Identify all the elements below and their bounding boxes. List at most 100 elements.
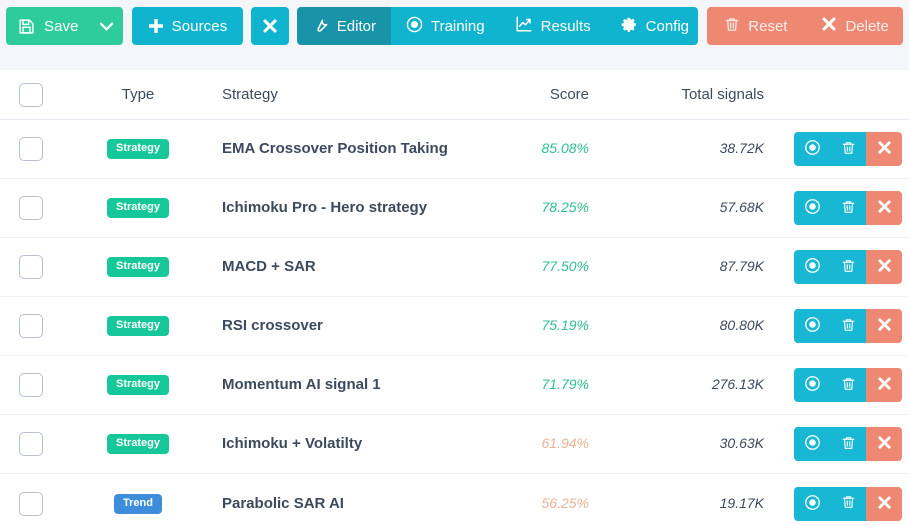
close-x-icon <box>877 317 892 335</box>
row-type-cell: Strategy <box>62 257 214 277</box>
strategy-name[interactable]: Ichimoku + Volatilty <box>222 435 362 452</box>
close-x-icon <box>877 258 892 276</box>
table-row[interactable]: Trend Parabolic SAR AI 56.25% 19.17K <box>0 474 909 525</box>
row-action-record-circle[interactable] <box>794 309 830 343</box>
gear-icon <box>621 16 638 37</box>
row-action-trash[interactable] <box>830 191 866 225</box>
row-score-cell: 61.94% <box>479 435 589 453</box>
table-row[interactable]: Strategy Ichimoku + Volatilty 61.94% 30.… <box>0 415 909 474</box>
row-action-trash[interactable] <box>830 368 866 402</box>
trash-icon <box>841 199 856 218</box>
record-circle-icon <box>406 16 423 37</box>
row-select-cell <box>0 314 62 338</box>
close-x-icon <box>877 199 892 217</box>
row-actions-cell <box>764 132 909 166</box>
row-strategy-cell: RSI crossover <box>214 317 479 335</box>
row-checkbox[interactable] <box>19 255 43 279</box>
column-header-total-signals[interactable]: Total signals <box>589 86 764 103</box>
strategy-name[interactable]: Ichimoku Pro - Hero strategy <box>222 199 427 216</box>
type-badge: Strategy <box>106 139 170 159</box>
chevron-down-icon[interactable] <box>99 22 113 31</box>
row-type-cell: Trend <box>62 493 214 514</box>
row-action-trash[interactable] <box>830 250 866 284</box>
row-action-close-x[interactable] <box>866 132 902 166</box>
strategy-name[interactable]: MACD + SAR <box>222 258 316 275</box>
row-action-trash[interactable] <box>830 486 866 521</box>
row-strategy-cell: Ichimoku Pro - Hero strategy <box>214 199 479 217</box>
row-action-record-circle[interactable] <box>794 250 830 284</box>
row-score-cell: 78.25% <box>479 199 589 217</box>
row-action-record-circle[interactable] <box>794 427 830 461</box>
table-row[interactable]: Strategy MACD + SAR 77.50% 87.79K <box>0 238 909 297</box>
row-checkbox[interactable] <box>19 432 43 456</box>
table-row[interactable]: Strategy Ichimoku Pro - Hero strategy 78… <box>0 179 909 238</box>
column-header-score[interactable]: Score <box>479 86 589 103</box>
tab-config[interactable]: Config <box>605 7 699 45</box>
trash-icon <box>841 376 856 395</box>
row-action-close-x[interactable] <box>866 191 902 225</box>
total-signals-value: 38.72K <box>719 140 764 156</box>
save-button[interactable]: Save <box>6 7 123 45</box>
row-checkbox[interactable] <box>19 137 43 161</box>
row-action-group <box>794 132 902 166</box>
row-actions-cell <box>764 427 909 461</box>
row-actions-cell <box>764 250 909 284</box>
row-action-close-x[interactable] <box>866 486 902 521</box>
score-value: 61.94% <box>541 435 589 451</box>
row-action-record-circle[interactable] <box>794 368 830 402</box>
row-action-record-circle[interactable] <box>794 132 830 166</box>
close-button[interactable] <box>251 7 289 45</box>
reset-button[interactable]: Reset <box>707 7 805 45</box>
score-value: 71.79% <box>541 376 589 392</box>
table-row[interactable]: Strategy Momentum AI signal 1 71.79% 276… <box>0 356 909 415</box>
row-checkbox[interactable] <box>19 314 43 338</box>
table-row[interactable]: Strategy EMA Crossover Position Taking 8… <box>0 120 909 179</box>
table-row[interactable]: Strategy RSI crossover 75.19% 80.80K <box>0 297 909 356</box>
row-action-close-x[interactable] <box>866 427 902 461</box>
strategy-name[interactable]: Momentum AI signal 1 <box>222 376 381 393</box>
type-badge: Strategy <box>106 434 170 454</box>
tab-results-label: Results <box>540 17 591 35</box>
total-signals-value: 87.79K <box>719 258 764 274</box>
row-signals-cell: 276.13K <box>589 376 764 394</box>
row-checkbox[interactable] <box>19 373 43 397</box>
row-action-trash[interactable] <box>830 427 866 461</box>
sources-button-label: Sources <box>171 17 228 35</box>
sources-button[interactable]: Sources <box>131 7 244 45</box>
tab-editor[interactable]: Editor <box>296 7 391 45</box>
reset-button-label: Reset <box>748 17 788 35</box>
row-action-close-x[interactable] <box>866 250 902 284</box>
select-all-checkbox[interactable] <box>19 82 43 107</box>
tab-results[interactable]: Results <box>499 7 606 45</box>
close-x-icon <box>877 435 892 453</box>
row-action-record-circle[interactable] <box>794 486 830 521</box>
record-circle-icon <box>804 494 821 514</box>
row-action-group <box>794 427 902 461</box>
column-header-type[interactable]: Type <box>62 86 214 103</box>
row-select-cell <box>0 137 62 161</box>
row-checkbox[interactable] <box>19 196 43 220</box>
row-action-trash[interactable] <box>830 309 866 343</box>
row-signals-cell: 87.79K <box>589 258 764 276</box>
strategy-name[interactable]: RSI crossover <box>222 317 323 334</box>
column-header-strategy[interactable]: Strategy <box>214 86 479 103</box>
row-action-close-x[interactable] <box>866 368 902 402</box>
row-actions-cell <box>764 368 909 402</box>
row-signals-cell: 38.72K <box>589 140 764 158</box>
row-strategy-cell: Parabolic SAR AI <box>214 495 479 513</box>
total-signals-value: 19.17K <box>719 494 764 511</box>
type-badge: Strategy <box>106 316 170 336</box>
strategy-name[interactable]: Parabolic SAR AI <box>222 495 344 512</box>
tab-training[interactable]: Training <box>390 7 500 45</box>
row-action-close-x[interactable] <box>866 309 902 343</box>
total-signals-value: 80.80K <box>719 317 764 333</box>
score-value: 75.19% <box>541 317 589 333</box>
row-action-trash[interactable] <box>830 132 866 166</box>
select-all-cell <box>0 82 62 107</box>
row-action-record-circle[interactable] <box>794 191 830 225</box>
strategy-name[interactable]: EMA Crossover Position Taking <box>222 140 448 157</box>
trash-icon <box>841 494 856 513</box>
row-checkbox[interactable] <box>19 491 43 516</box>
delete-button[interactable]: Delete <box>804 7 904 45</box>
save-button-label: Save <box>44 17 79 35</box>
